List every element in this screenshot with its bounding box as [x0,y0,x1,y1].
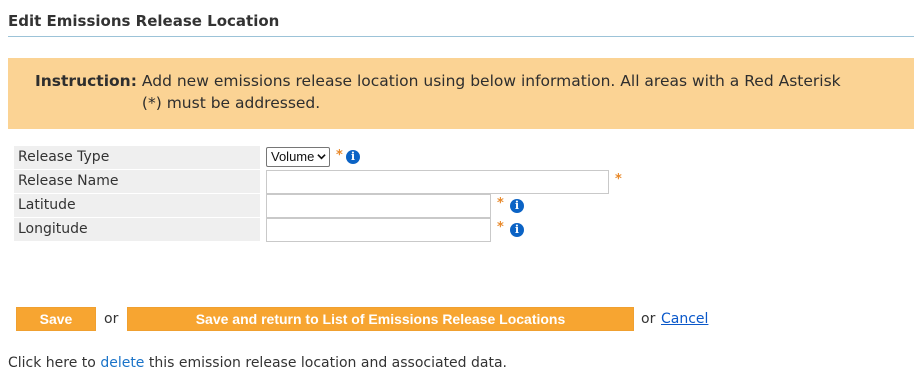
info-icon[interactable]: i [510,199,524,213]
required-asterisk: * [497,196,504,211]
title-divider [8,36,914,37]
longitude-input[interactable] [266,218,491,242]
instruction-box: Instruction: Add new emissions release lo… [8,58,914,129]
required-asterisk: * [336,148,343,163]
delete-notice-suffix: this emission release location and assoc… [144,355,507,371]
chevron-down-icon [317,154,326,160]
required-asterisk: * [497,220,504,235]
delete-notice-prefix: Click here to [8,355,101,371]
longitude-label: Longitude [14,218,260,241]
latitude-input[interactable] [266,194,491,218]
required-asterisk: * [615,172,622,187]
latitude-label: Latitude [14,194,260,217]
release-type-selected-value: Volume [271,149,315,164]
release-type-label: Release Type [14,146,260,169]
delete-notice: Click here to delete this emission relea… [8,355,507,371]
info-icon[interactable]: i [346,150,360,164]
release-name-input[interactable] [266,170,609,194]
or-separator: or [104,311,119,327]
save-and-return-button[interactable]: Save and return to List of Emissions Rel… [127,307,634,331]
instruction-text: Add new emissions release location using… [141,72,841,112]
or-separator: or [641,311,656,327]
page-title: Edit Emissions Release Location [8,12,280,30]
cancel-link[interactable]: Cancel [661,307,708,331]
release-name-label: Release Name [14,170,260,193]
save-button[interactable]: Save [16,307,96,331]
info-icon[interactable]: i [510,223,524,237]
release-type-select[interactable]: Volume [266,147,330,167]
instruction-label: Instruction: [35,72,137,90]
delete-link[interactable]: delete [100,355,144,371]
